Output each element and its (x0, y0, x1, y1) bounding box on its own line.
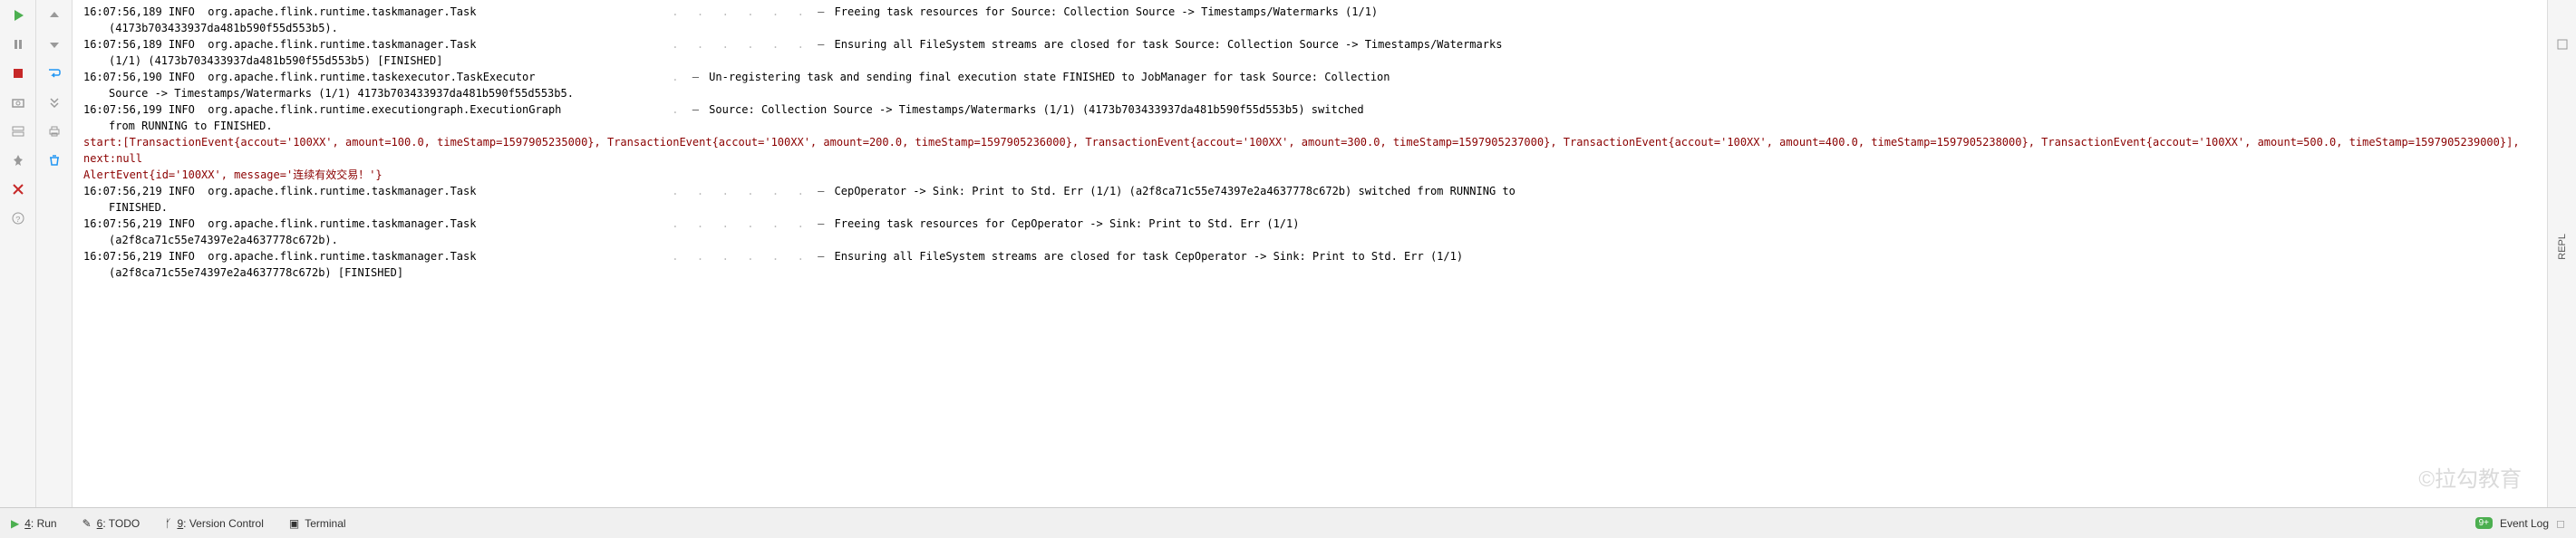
bottom-toolbar: ▶ 4: Run ✎ 6: TODO ᚶ 9: Version Control … (0, 507, 2576, 538)
log-line: 16:07:56,189 INFO org.apache.flink.runti… (83, 4, 2569, 20)
log-line-cont: Source -> Timestamps/Watermarks (1/1) 41… (83, 85, 2569, 101)
log-line: 16:07:56,219 INFO org.apache.flink.runti… (83, 216, 2569, 232)
log-line: 16:07:56,219 INFO org.apache.flink.runti… (83, 248, 2569, 264)
run-tool-window[interactable]: ▶ 4: Run (11, 517, 57, 530)
svg-text:?: ? (15, 216, 20, 225)
log-line-cont: FINISHED. (83, 199, 2569, 216)
left-gutter-2 (36, 0, 73, 507)
log-line: 16:07:56,199 INFO org.apache.flink.runti… (83, 101, 2569, 118)
footer-square-icon[interactable]: ◻ (2556, 517, 2565, 530)
log-line: 16:07:56,190 INFO org.apache.flink.runti… (83, 69, 2569, 85)
stderr-line: start:[TransactionEvent{accout='100XX', … (83, 134, 2569, 167)
repl-label[interactable]: REPL (2557, 234, 2568, 260)
down-icon[interactable] (46, 36, 63, 53)
log-line-cont: (a2f8ca71c55e74397e2a4637778c672b) [FINI… (83, 264, 2569, 281)
left-gutter-1: ? (0, 0, 36, 507)
help-icon[interactable]: ? (10, 210, 26, 226)
layout-icon[interactable] (10, 123, 26, 139)
run-icon[interactable] (10, 7, 26, 24)
console-output[interactable]: 16:07:56,189 INFO org.apache.flink.runti… (73, 0, 2576, 507)
rail-icon-1[interactable] (2554, 36, 2571, 53)
print-icon[interactable] (46, 123, 63, 139)
soft-wrap-icon[interactable] (46, 65, 63, 82)
branch-icon: ᚶ (165, 517, 171, 530)
pin-icon[interactable] (10, 152, 26, 168)
todo-tool-window[interactable]: ✎ 6: TODO (82, 517, 140, 530)
log-line-cont: from RUNNING to FINISHED. (83, 118, 2569, 134)
log-line-cont: (a2f8ca71c55e74397e2a4637778c672b). (83, 232, 2569, 248)
vcs-tool-window[interactable]: ᚶ 9: Version Control (165, 517, 264, 530)
stop-icon[interactable] (10, 65, 26, 82)
todo-icon: ✎ (82, 517, 92, 530)
close-icon[interactable] (10, 181, 26, 197)
right-rail: REPL (2547, 0, 2576, 507)
event-log-tool-window[interactable]: Event Log (2500, 517, 2549, 530)
log-line-cont: (4173b703433937da481b590f55d553b5). (83, 20, 2569, 36)
event-log-badge: 9+ (2475, 517, 2493, 529)
log-line: 16:07:56,189 INFO org.apache.flink.runti… (83, 36, 2569, 53)
pause-icon[interactable] (10, 36, 26, 53)
scroll-end-icon[interactable] (46, 94, 63, 110)
log-line: 16:07:56,219 INFO org.apache.flink.runti… (83, 183, 2569, 199)
terminal-tool-window[interactable]: ▣ Terminal (289, 517, 346, 530)
log-line-cont: (1/1) (4173b703433937da481b590f55d553b5)… (83, 53, 2569, 69)
play-icon: ▶ (11, 517, 19, 530)
trash-icon[interactable] (46, 152, 63, 168)
up-icon[interactable] (46, 7, 63, 24)
terminal-icon: ▣ (289, 517, 299, 530)
camera-icon[interactable] (10, 94, 26, 110)
stderr-line: AlertEvent{id='100XX', message='连续有效交易！'… (83, 167, 2569, 183)
